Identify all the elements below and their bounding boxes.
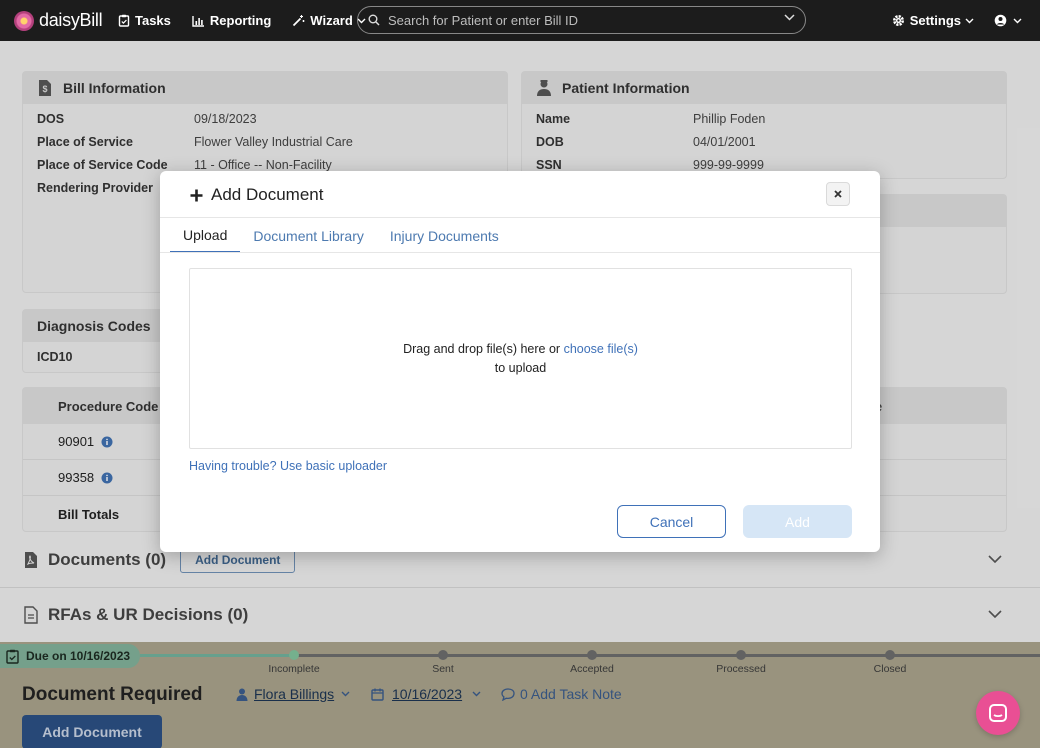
nav-user-menu[interactable] (994, 14, 1022, 27)
gear-icon (892, 15, 904, 26)
patient-search-box[interactable] (357, 6, 806, 34)
nav-wizard[interactable]: Wizard (292, 13, 366, 28)
basic-uploader-link[interactable]: Having trouble? Use basic uploader (189, 459, 387, 473)
dropzone-instructions: Drag and drop file(s) here or choose fil… (403, 341, 638, 356)
modal-title: Add Document (190, 185, 323, 205)
dropzone-instructions-second-line: to upload (494, 360, 547, 375)
tab-injury-documents[interactable]: Injury Documents (377, 218, 512, 253)
search-icon (368, 14, 380, 26)
magic-wand-icon (293, 15, 305, 27)
nav-tasks-label: Tasks (135, 13, 171, 28)
tab-document-library[interactable]: Document Library (240, 218, 377, 253)
nav-reporting-label: Reporting (209, 13, 272, 28)
bar-chart-icon (192, 15, 204, 27)
tabs-divider (160, 252, 880, 253)
file-dropzone[interactable]: Drag and drop file(s) here or choose fil… (189, 268, 852, 449)
brand-name: daisyBill (39, 10, 103, 30)
user-circle-icon (994, 14, 1007, 27)
close-icon (834, 190, 842, 198)
search-dropdown-chevron-icon[interactable] (784, 14, 795, 21)
nav-wizard-label: Wizard (310, 13, 353, 28)
tab-upload[interactable]: Upload (170, 218, 241, 253)
daisy-logo-icon (14, 10, 34, 31)
modal-tabs: Upload Document Library Injury Documents (170, 218, 512, 253)
chat-launcher[interactable] (976, 691, 1020, 735)
add-document-modal: Add Document Upload Document Library Inj… (160, 171, 880, 552)
clipboard-icon (118, 14, 130, 27)
plus-icon (190, 189, 203, 201)
nav-settings-label: Settings (909, 13, 961, 28)
choose-files-link[interactable]: choose file(s) (564, 342, 638, 356)
modal-close-button[interactable] (826, 182, 850, 206)
search-input[interactable] (388, 12, 768, 28)
chevron-down-icon (1013, 18, 1022, 23)
nav-settings[interactable]: Settings (892, 13, 974, 28)
add-button[interactable]: Add (743, 505, 852, 538)
top-navbar: daisyBill Tasks Reporting Wizard Setting… (0, 0, 1040, 41)
chat-icon (989, 704, 1007, 722)
nav-reporting[interactable]: Reporting (192, 13, 271, 28)
cancel-button[interactable]: Cancel (617, 505, 726, 538)
chevron-down-icon (965, 18, 974, 23)
nav-tasks[interactable]: Tasks (118, 13, 171, 28)
brand-logo[interactable]: daisyBill (14, 10, 106, 31)
